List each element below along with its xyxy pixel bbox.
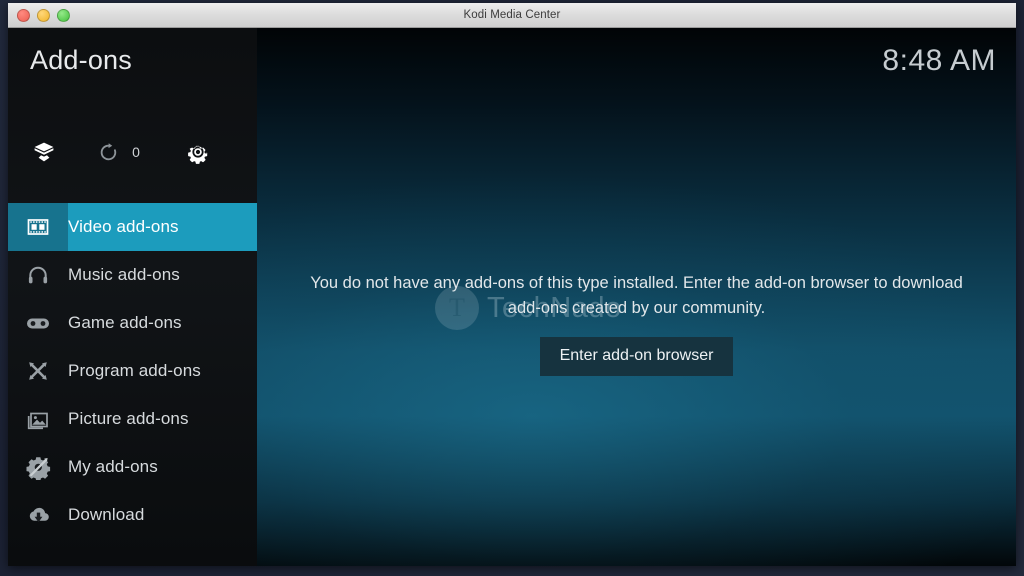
sidebar-toolbar: 0 (8, 128, 257, 176)
menu-icon-slot (8, 491, 68, 539)
sidebar-item-label: Game add-ons (68, 313, 182, 332)
settings-button[interactable] (158, 140, 238, 164)
check-for-updates-button[interactable]: 0 (80, 142, 158, 163)
sidebar-item-label: Download (68, 505, 145, 524)
update-count-label: 0 (132, 144, 140, 160)
menu-icon-slot (8, 299, 68, 347)
menu-icon-slot (8, 251, 68, 299)
tools-icon (29, 362, 47, 380)
cloud-download-icon (29, 507, 49, 522)
sidebar: Add-ons 0 Video add-ons Music add-ons Ga… (8, 28, 257, 566)
sidebar-item-label: Video add-ons (68, 217, 179, 236)
sidebar-item-picture-addons[interactable]: Picture add-ons (8, 395, 257, 443)
gear-icon (188, 145, 208, 164)
sidebar-item-label: Picture add-ons (68, 409, 189, 428)
menu-icon-slot (8, 203, 68, 251)
page-title: Add-ons (30, 45, 132, 75)
sidebar-item-program-addons[interactable]: Program add-ons (8, 347, 257, 395)
sidebar-item-my-addons[interactable]: My add-ons (8, 443, 257, 491)
film-icon (27, 219, 49, 235)
clock: 8:48 AM (882, 44, 996, 77)
empty-state-message: You do not have any add-ons of this type… (310, 274, 963, 317)
sidebar-header: Add-ons 0 (8, 28, 257, 188)
package-icon (34, 142, 54, 162)
sidebar-item-video-addons[interactable]: Video add-ons (8, 203, 257, 251)
sidebar-item-game-addons[interactable]: Game add-ons (8, 299, 257, 347)
headphones-icon (28, 266, 48, 284)
empty-state: You do not have any add-ons of this type… (257, 271, 1016, 376)
image-icon (27, 412, 48, 430)
install-from-package-button[interactable] (8, 140, 80, 164)
desktop-background: Kodi Media Center Add-ons 0 Video add-on… (0, 0, 1024, 576)
menu-icon-slot (8, 443, 68, 491)
update-icon (100, 142, 117, 160)
menu-icon-slot (8, 347, 68, 395)
window-title: Kodi Media Center (463, 9, 561, 21)
window-titlebar[interactable]: Kodi Media Center (8, 3, 1016, 28)
sidebar-item-label: Program add-ons (68, 361, 201, 380)
kodi-app: Add-ons 0 Video add-ons Music add-ons Ga… (8, 28, 1016, 566)
sidebar-item-label: My add-ons (68, 457, 158, 476)
gamepad-icon (27, 318, 49, 329)
sidebar-item-label: Music add-ons (68, 265, 180, 284)
addons-category-menu: Video add-ons Music add-ons Game add-ons… (8, 203, 257, 539)
menu-icon-slot (8, 395, 68, 443)
application-window: Kodi Media Center Add-ons 0 Video add-on… (8, 3, 1016, 566)
main-content: 8:48 AM You do not have any add-ons of t… (257, 28, 1016, 566)
puzzle-gear-icon (26, 456, 50, 480)
sidebar-item-music-addons[interactable]: Music add-ons (8, 251, 257, 299)
enter-addon-browser-button[interactable]: Enter add-on browser (539, 337, 734, 376)
sidebar-item-download[interactable]: Download (8, 491, 257, 539)
